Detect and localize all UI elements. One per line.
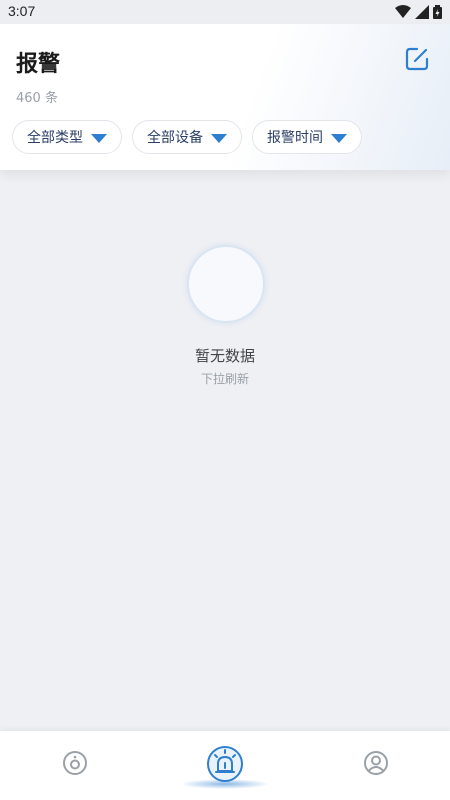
battery-icon: [433, 5, 442, 19]
siren-alarm-icon: [207, 746, 243, 782]
filter-device-dropdown[interactable]: 全部设备: [132, 120, 242, 154]
wifi-icon: [395, 5, 411, 18]
empty-state-title: 暂无数据: [194, 347, 255, 365]
bottom-nav: [0, 731, 450, 800]
status-icons: [395, 5, 442, 19]
filter-device-label: 全部设备: [147, 130, 203, 146]
signal-icon: [415, 5, 429, 19]
alarm-count: 460 条: [16, 91, 58, 106]
edit-button[interactable]: [404, 46, 430, 72]
nav-profile-tab[interactable]: [360, 747, 392, 779]
caret-down-icon: [91, 133, 107, 143]
camera-icon: [63, 751, 87, 775]
filter-time-label: 报警时间: [267, 130, 323, 146]
nav-alarm-tab[interactable]: [206, 745, 244, 783]
page-title: 报警: [16, 52, 61, 77]
edit-icon: [405, 47, 429, 71]
filter-type-dropdown[interactable]: 全部类型: [12, 120, 122, 154]
user-profile-icon: [364, 751, 388, 775]
nav-camera-tab[interactable]: [59, 747, 91, 779]
page-header: 报警 460 条 全部类型 全部设备 报警时间: [0, 24, 450, 170]
filter-time-dropdown[interactable]: 报警时间: [252, 120, 362, 154]
status-time: 3:07: [8, 3, 36, 19]
filter-row: 全部类型 全部设备 报警时间: [12, 120, 362, 154]
empty-state-hint: 下拉刷新: [200, 372, 249, 386]
filter-type-label: 全部类型: [27, 130, 83, 146]
caret-down-icon: [331, 133, 347, 143]
caret-down-icon: [211, 133, 227, 143]
status-bar: 3:07: [0, 0, 450, 24]
empty-state-illustration: [187, 245, 265, 323]
